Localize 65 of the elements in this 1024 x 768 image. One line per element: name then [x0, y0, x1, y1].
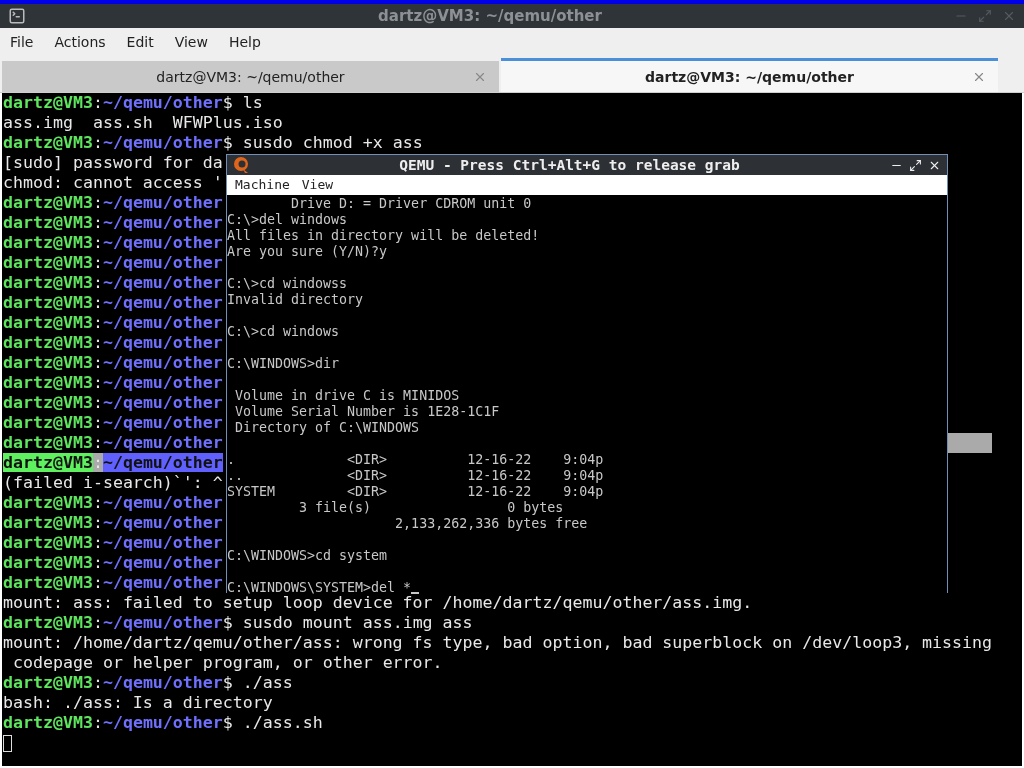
terminal-line: dartz@VM3:~/qemu/other — [3, 373, 223, 393]
terminal-line: dartz@VM3:~/qemu/other — [3, 573, 223, 593]
terminal-line: dartz@VM3:~/qemu/other — [3, 493, 223, 513]
menu-item[interactable]: Actions — [48, 34, 112, 50]
dos-line: Drive D: = Driver CDROM unit 0 — [290, 196, 532, 211]
dos-line: C:\>del windows — [227, 212, 348, 227]
terminal-line: ass.img ass.sh WFWPlus.iso — [3, 113, 283, 133]
dos-line: SYSTEM <DIR> 12-16-22 9:04p — [227, 484, 604, 499]
dos-line: Directory of C:\WINDOWS — [234, 420, 420, 435]
terminal-line: dartz@VM3:~/qemu/other — [3, 293, 223, 313]
terminal-line: dartz@VM3:~/qemu/other — [3, 333, 223, 353]
terminal-line: bash: ./ass: Is a directory — [3, 693, 273, 713]
terminal-line: chmod: cannot access ' — [3, 173, 223, 193]
terminal-line: dartz@VM3:~/qemu/other — [3, 393, 223, 413]
menu-item[interactable]: Machine — [229, 175, 296, 195]
window-title: dartz@VM3: ~/qemu/other — [377, 7, 603, 25]
dos-line: C:\>cd windows — [227, 324, 340, 339]
terminal-line: [sudo] password for da — [3, 153, 223, 173]
terminal-line: codepage or helper program, or other error. — [12, 653, 443, 673]
terminal-line: dartz@VM3:~/qemu/other — [3, 353, 223, 373]
terminal-line: dartz@VM3:~/qemu/other — [3, 433, 223, 453]
dos-line: C:\WINDOWS>cd system — [227, 548, 388, 563]
menu-item[interactable]: Edit — [120, 34, 160, 50]
dos-line: .. <DIR> 12-16-22 9:04p — [227, 468, 604, 483]
terminal-line: dartz@VM3:~/qemu/other — [3, 413, 223, 433]
terminal-icon — [8, 7, 26, 25]
dos-cursor — [411, 592, 420, 594]
terminal-line: dartz@VM3:~/qemu/other — [3, 533, 223, 553]
terminal-line: dartz@VM3:~/qemu/other — [3, 313, 223, 333]
terminal-line: dartz@VM3:~/qemu/other$ susdo mount ass.img ass — [3, 613, 473, 633]
terminal-line: dartz@VM3:~/qemu/other — [3, 193, 223, 213]
dos-line: Volume Serial Number is 1E28-1C1F — [234, 404, 500, 419]
dos-line: Volume in drive C is MINIDOS — [234, 388, 460, 403]
terminal-line: dartz@VM3:~/qemu/other — [3, 453, 223, 473]
dos-line: Are you sure (Y/N)?y — [227, 244, 388, 259]
menu-item[interactable]: Help — [222, 34, 267, 50]
dos-line: Invalid directory — [227, 292, 364, 307]
dos-line: 2,133,262,336 bytes free — [394, 516, 588, 531]
menu-item[interactable]: View — [168, 34, 214, 50]
dos-line: C:\WINDOWS>dir — [227, 356, 340, 371]
dos-line: 3 file(s) 0 bytes — [298, 500, 564, 515]
terminal-line: (failed i-search)`': ^ — [3, 473, 223, 493]
maximize-icon[interactable] — [909, 158, 922, 172]
terminal-line: dartz@VM3:~/qemu/other$ ls — [3, 93, 263, 113]
dos-line: C:\>cd windowss — [227, 276, 348, 291]
menu-item[interactable]: View — [295, 175, 340, 195]
terminal-tab[interactable]: dartz@VM3: ~/qemu/other — [501, 58, 998, 92]
terminal-line: mount: /home/dartz/qemu/other/ass: wrong fs type, bad option, bad superblock on /dev/loop3, missing — [3, 633, 993, 653]
terminal-line: dartz@VM3:~/qemu/other — [3, 513, 223, 533]
terminal-line: dartz@VM3:~/qemu/other$ ./ass — [3, 673, 293, 693]
terminal-line: mount: ass: failed to setup loop device for /home/dartz/qemu/other/ass.img. — [3, 593, 753, 613]
terminal-line: dartz@VM3:~/qemu/other$ ./ass.sh — [3, 713, 323, 733]
dos-line: . <DIR> 12-16-22 9:04p — [227, 452, 604, 467]
window-title: QEMU - Press Ctrl+Alt+G to release grab — [398, 156, 741, 175]
dos-line: C:\WINDOWS\SYSTEM>del * — [227, 580, 412, 595]
dos-line: All files in directory will be deleted! — [227, 228, 540, 243]
terminal-line: dartz@VM3:~/qemu/other$ susdo chmod +x ass — [3, 133, 423, 153]
terminal-line: dartz@VM3:~/qemu/other — [3, 233, 223, 253]
menu-item[interactable]: File — [4, 34, 40, 50]
terminal-tab[interactable]: dartz@VM3: ~/qemu/other — [2, 61, 499, 92]
terminal-line: dartz@VM3:~/qemu/other — [3, 273, 223, 293]
terminal-line: dartz@VM3:~/qemu/other — [3, 553, 223, 573]
terminal-cursor — [3, 735, 12, 752]
terminal-line: dartz@VM3:~/qemu/other — [3, 213, 223, 233]
terminal-line: dartz@VM3:~/qemu/other — [3, 253, 223, 273]
